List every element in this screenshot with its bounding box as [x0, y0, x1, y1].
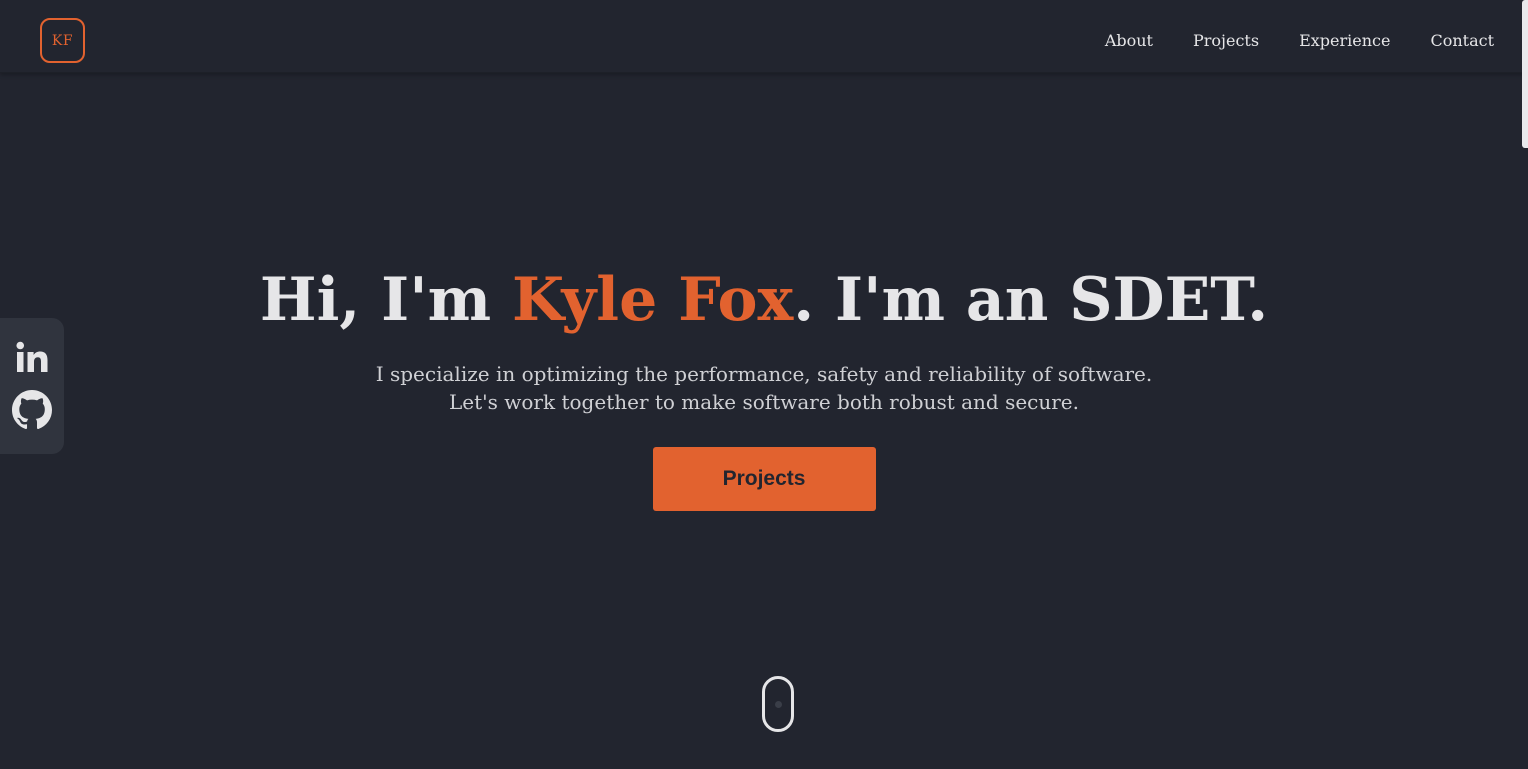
hero-section: Hi, I'm Kyle Fox. I'm an SDET. I special…	[0, 262, 1528, 511]
main-nav: About Projects Experience Contact	[1065, 30, 1494, 52]
scroll-down-mouse-icon[interactable]	[762, 676, 794, 732]
nav-experience[interactable]: Experience	[1299, 30, 1390, 52]
projects-button[interactable]: Projects	[652, 447, 876, 511]
nav-about[interactable]: About	[1105, 30, 1153, 52]
subtitle-line-2: Let's work together to make software bot…	[449, 390, 1079, 414]
nav-projects[interactable]: Projects	[1193, 30, 1259, 52]
hero-subtitle: I specialize in optimizing the performan…	[0, 360, 1528, 416]
nav-contact[interactable]: Contact	[1430, 30, 1494, 52]
logo[interactable]: KF	[40, 18, 85, 63]
site-header: KF About Projects Experience Contact	[0, 0, 1528, 73]
hero-name: Kyle Fox	[511, 265, 794, 335]
title-prefix: Hi, I'm	[259, 265, 512, 335]
subtitle-line-1: I specialize in optimizing the performan…	[375, 362, 1153, 386]
title-suffix: . I'm an SDET.	[793, 265, 1269, 335]
mouse-wheel-dot	[775, 701, 782, 708]
hero-title: Hi, I'm Kyle Fox. I'm an SDET.	[0, 262, 1528, 338]
scrollbar-thumb[interactable]	[1522, 0, 1528, 148]
